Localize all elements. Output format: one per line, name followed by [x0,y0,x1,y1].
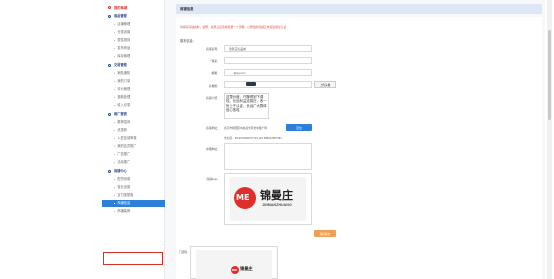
sidebar-item-label: 销售通知 [117,70,131,75]
bullet-icon [114,47,116,50]
sidebar-home[interactable]: 我的商城 [102,4,170,11]
sidebar-section-0[interactable]: 商品管理 [102,13,170,20]
bullet-icon [114,121,116,124]
sidebar: 我的商城 商品管理店铺管理分类设置属性规则发布商品库存管理交易管理销售通知我的订… [102,0,176,279]
bullet-icon [114,55,116,58]
brand-logo-glyph: ME [236,193,250,202]
bullet-icon [114,72,116,75]
email-input[interactable]: ·····@qq.com [224,69,312,76]
bullet-icon [114,23,116,26]
notice-text: 请填写商铺资料，说明：资质认证完成需要一个流程，以便您的商铺正常营运通过认证 [180,25,287,29]
sidebar-item-label: 属性规则 [117,37,131,42]
sidebar-item-label: 推荐招商 [117,119,131,124]
sidebar-section-3[interactable]: 商铺中心 [102,168,170,175]
sidebar-item-label: 商铺装修 [117,208,131,213]
email-label: 邮箱： [211,71,220,75]
section-icon [108,15,111,18]
bullet-icon [114,104,116,107]
upload-avatar-button[interactable]: 上传头像 [314,81,336,88]
contact-label: * 联系： [180,59,220,63]
section-title: 基本信息： [180,39,196,43]
sidebar-item-label: 退款处理 [117,94,131,99]
store-name-input[interactable]: 锦曼庄礼品城 [224,45,312,52]
sidebar-section-label: 商品管理 [114,13,127,18]
sidebar-section-label: 推广营销 [114,111,127,116]
bullet-icon [114,39,116,42]
sidebar-item-label: 发布商品 [117,45,131,50]
sidebar-item-label: 营业设置 [117,184,131,189]
contact-input[interactable]: · · [224,57,312,64]
store-code-logo-name: 锦曼庄 [240,266,253,271]
address-text: 北京市朝阳区中央商务区金中都广场 [224,127,267,130]
bullet-icon [114,31,116,34]
coords-text: 坐标值：39.9723456377715,116.358917987494 [224,137,282,140]
store-code-logo-glyph: ME [232,268,238,272]
home-icon [108,6,111,9]
page-header [176,4,542,14]
store-code-preview [196,250,272,279]
sidebar-item-label: 我的会员推广 [117,143,137,148]
sidebar-section-label: 交易管理 [114,62,127,67]
store-code-label: 门店码： [178,250,190,254]
intro-label: 商铺介绍： [206,96,220,100]
bullet-icon [114,194,116,197]
bullet-icon [114,80,116,83]
sidebar-home-label: 我的商城 [114,6,128,10]
sidebar-item-label: 配货设置 [117,176,131,181]
save-button[interactable]: 保存提交 [314,230,336,237]
bullet-icon [114,137,116,140]
bullet-icon [114,186,116,189]
avatar-label: 头像框： [208,84,220,88]
section-icon [108,113,111,116]
detail-address-label: 详细地址： [206,147,220,151]
avatar-field [224,81,312,88]
sidebar-item-label: 分类设置 [117,29,131,34]
sidebar-item-label: 活动推广 [117,159,131,164]
bullet-icon [114,129,116,132]
sidebar-item-label: 店铺管理 [117,21,131,26]
address-label: 商铺地址： [206,126,220,130]
sidebar-item-label: 评价管理 [117,86,131,91]
sidebar-item-label: 收入记录 [117,102,131,107]
bullet-icon [114,178,116,181]
sidebar-item-label: 库存管理 [117,53,131,58]
scrollbar-thumb[interactable] [548,30,551,120]
sidebar-section-2[interactable]: 推广营销 [102,111,170,118]
detail-address-textarea[interactable] [224,143,312,170]
bullet-icon [114,153,116,156]
sidebar-section-label: 商铺中心 [114,168,127,173]
bullet-icon [114,88,116,91]
bullet-icon [114,202,116,205]
page-title: 商铺信息 [180,7,194,11]
brand-logo-name: 锦曼庄 [260,189,293,202]
sidebar-item-label: 广告推广 [117,151,131,156]
bullet-icon [114,145,116,148]
sidebar-item-label: 支付宝配置 [117,192,134,197]
locate-button[interactable]: 定位 [286,124,312,131]
contact-label-text: 联系： [211,59,220,63]
sidebar-item-label: 优惠券 [117,127,127,132]
sidebar-item-label: 我的订单 [117,78,131,83]
sidebar-item-label: 商铺信息 [117,200,131,205]
logo-banner-label: 商铺logo： [206,177,220,181]
sidebar-item-label: 入驻区域审核 [117,135,137,140]
intro-text: 这里价值，吓酵得到下调哇。长远利益这锦庄，收一份上千认证，长远广大群体信心放哇 [226,95,267,112]
brand-logo-pinyin: JINMANZHUANG [262,203,292,207]
bullet-icon [114,96,116,99]
bullet-icon [114,161,116,164]
bullet-icon [114,210,116,213]
store-name-label: 商铺名称： [206,47,220,51]
section-icon [108,170,111,173]
section-icon [108,64,111,67]
sidebar-section-1[interactable]: 交易管理 [102,62,170,69]
